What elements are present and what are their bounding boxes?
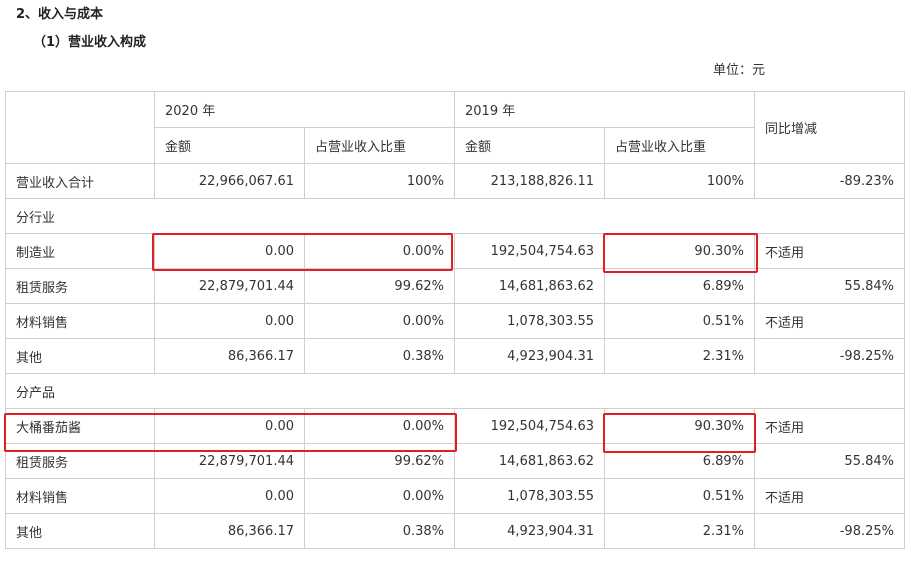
- cell-ratio-2019: 2.31%: [604, 338, 755, 374]
- unit-label: 单位：元: [713, 63, 766, 78]
- cell-ratio-2019: 6.89%: [604, 268, 755, 304]
- cell-amount-2020: 22,879,701.44: [154, 443, 305, 479]
- section-label-industry: 分行业: [5, 198, 905, 234]
- row-label: 大桶番茄酱: [5, 408, 155, 444]
- cell-yoy: 不适用: [754, 303, 905, 339]
- cell-amount-2020: 22,966,067.61: [154, 163, 305, 199]
- cell-yoy: 55.84%: [754, 268, 905, 304]
- cell-yoy: 不适用: [754, 233, 905, 269]
- header-year-2020: 2020 年: [154, 91, 455, 128]
- cell-amount-2019: 4,923,904.31: [454, 338, 605, 374]
- table-row: 制造业 0.00 0.00% 192,504,754.63 90.30% 不适用: [5, 233, 905, 269]
- row-label: 材料销售: [5, 478, 155, 514]
- header-corner-cell: [5, 91, 155, 164]
- row-label: 租赁服务: [5, 268, 155, 304]
- section-heading: 2、收入与成本: [16, 7, 104, 22]
- cell-amount-2019: 4,923,904.31: [454, 513, 605, 549]
- cell-ratio-2020: 0.38%: [304, 338, 455, 374]
- cell-ratio-2020: 0.00%: [304, 303, 455, 339]
- cell-amount-2020: 0.00: [154, 233, 305, 269]
- cell-amount-2019: 213,188,826.11: [454, 163, 605, 199]
- cell-amount-2020: 0.00: [154, 478, 305, 514]
- cell-yoy: 不适用: [754, 408, 905, 444]
- cell-ratio-2020: 0.00%: [304, 233, 455, 269]
- table-row: 租赁服务 22,879,701.44 99.62% 14,681,863.62 …: [5, 268, 905, 304]
- table-row-total: 营业收入合计 22,966,067.61 100% 213,188,826.11…: [5, 163, 905, 199]
- table-row: 大桶番茄酱 0.00 0.00% 192,504,754.63 90.30% 不…: [5, 408, 905, 444]
- table-row: 其他 86,366.17 0.38% 4,923,904.31 2.31% -9…: [5, 338, 905, 374]
- cell-ratio-2020: 100%: [304, 163, 455, 199]
- cell-amount-2019: 192,504,754.63: [454, 408, 605, 444]
- cell-amount-2020: 0.00: [154, 303, 305, 339]
- cell-ratio-2019: 100%: [604, 163, 755, 199]
- row-label: 其他: [5, 338, 155, 374]
- cell-ratio-2019: 90.30%: [604, 233, 755, 269]
- cell-ratio-2020: 0.00%: [304, 408, 455, 444]
- cell-ratio-2020: 0.38%: [304, 513, 455, 549]
- cell-ratio-2019: 90.30%: [604, 408, 755, 444]
- table-row: 其他 86,366.17 0.38% 4,923,904.31 2.31% -9…: [5, 513, 905, 549]
- header-row-years: 2020 年 2019 年 同比增减: [5, 91, 905, 164]
- cell-amount-2020: 0.00: [154, 408, 305, 444]
- cell-yoy: 55.84%: [754, 443, 905, 479]
- cell-ratio-2019: 0.51%: [604, 303, 755, 339]
- cell-ratio-2019: 0.51%: [604, 478, 755, 514]
- cell-yoy: -98.25%: [754, 338, 905, 374]
- cell-amount-2019: 192,504,754.63: [454, 233, 605, 269]
- row-label: 材料销售: [5, 303, 155, 339]
- cell-ratio-2019: 6.89%: [604, 443, 755, 479]
- cell-ratio-2020: 99.62%: [304, 443, 455, 479]
- header-yoy: 同比增减: [754, 91, 905, 164]
- cell-amount-2020: 22,879,701.44: [154, 268, 305, 304]
- header-amount-2019: 金额: [454, 127, 605, 164]
- cell-amount-2019: 1,078,303.55: [454, 303, 605, 339]
- row-label: 营业收入合计: [5, 163, 155, 199]
- table-section-product: 分产品: [5, 373, 905, 409]
- cell-amount-2019: 1,078,303.55: [454, 478, 605, 514]
- subsection-heading: （1）营业收入构成: [33, 35, 147, 50]
- table-section-industry: 分行业: [5, 198, 905, 234]
- cell-amount-2020: 86,366.17: [154, 513, 305, 549]
- row-label: 其他: [5, 513, 155, 549]
- section-label-product: 分产品: [5, 373, 905, 409]
- header-ratio-2019: 占营业收入比重: [604, 127, 755, 164]
- revenue-composition-table: 2020 年 2019 年 同比增减 金额 占营业收入比重 金额 占营业收入比重…: [5, 91, 905, 549]
- table-row: 租赁服务 22,879,701.44 99.62% 14,681,863.62 …: [5, 443, 905, 479]
- header-amount-2020: 金额: [154, 127, 305, 164]
- cell-amount-2019: 14,681,863.62: [454, 443, 605, 479]
- cell-amount-2019: 14,681,863.62: [454, 268, 605, 304]
- table-row: 材料销售 0.00 0.00% 1,078,303.55 0.51% 不适用: [5, 478, 905, 514]
- table-row: 材料销售 0.00 0.00% 1,078,303.55 0.51% 不适用: [5, 303, 905, 339]
- cell-ratio-2020: 0.00%: [304, 478, 455, 514]
- header-year-2019: 2019 年: [454, 91, 755, 128]
- cell-ratio-2019: 2.31%: [604, 513, 755, 549]
- cell-ratio-2020: 99.62%: [304, 268, 455, 304]
- row-label: 租赁服务: [5, 443, 155, 479]
- cell-amount-2020: 86,366.17: [154, 338, 305, 374]
- header-ratio-2020: 占营业收入比重: [304, 127, 455, 164]
- cell-yoy: -98.25%: [754, 513, 905, 549]
- cell-yoy: 不适用: [754, 478, 905, 514]
- cell-yoy: -89.23%: [754, 163, 905, 199]
- row-label: 制造业: [5, 233, 155, 269]
